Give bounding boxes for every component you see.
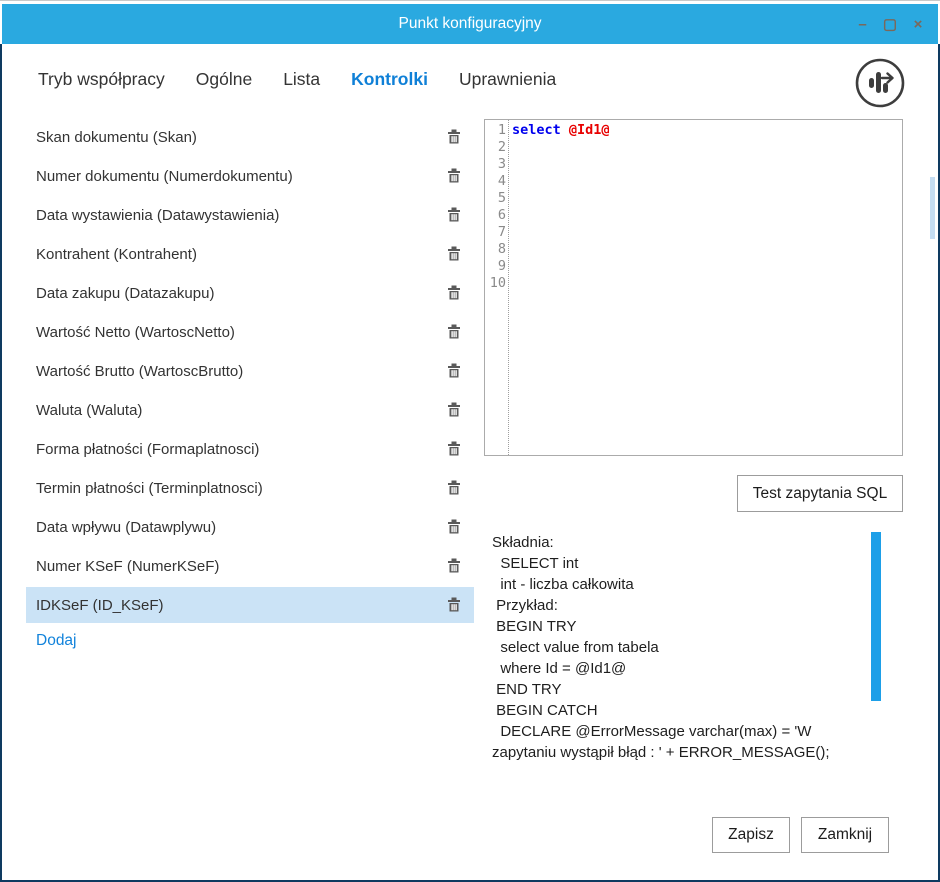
line-number: 4 [497, 173, 506, 189]
trash-icon[interactable] [446, 596, 462, 614]
trash-icon[interactable] [446, 284, 462, 302]
close-icon[interactable]: × [910, 16, 926, 33]
trash-icon[interactable] [446, 206, 462, 224]
sql-editor[interactable]: 1 2 3 4 5 6 7 8 9 10 select @Id1@ [484, 119, 903, 456]
list-item[interactable]: Wartość Brutto (WartoscBrutto) [26, 353, 474, 389]
save-button[interactable]: Zapisz [712, 817, 790, 853]
add-field-link[interactable]: Dodaj [36, 632, 77, 650]
list-item[interactable]: Numer KSeF (NumerKSeF) [26, 548, 474, 584]
trash-icon[interactable] [446, 479, 462, 497]
field-label: Numer KSeF (NumerKSeF) [36, 557, 220, 575]
field-label: Skan dokumentu (Skan) [36, 128, 197, 146]
trash-icon[interactable] [446, 440, 462, 458]
window-title: Punkt konfiguracyjny [398, 15, 542, 32]
minimize-icon[interactable]: – [854, 16, 870, 33]
trash-icon[interactable] [446, 557, 462, 575]
trash-icon[interactable] [446, 518, 462, 536]
field-label: IDKSeF (ID_KSeF) [36, 596, 164, 614]
list-item[interactable]: Data wystawienia (Datawystawienia) [26, 197, 474, 233]
tab-item[interactable]: Kontrolki [351, 69, 428, 90]
field-label: Numer dokumentu (Numerdokumentu) [36, 167, 293, 185]
sql-keyword: select [512, 122, 561, 138]
trash-icon[interactable] [446, 323, 462, 341]
trash-icon[interactable] [446, 167, 462, 185]
list-item[interactable]: Data wpływu (Datawplywu) [26, 509, 474, 545]
field-label: Data zakupu (Datazakupu) [36, 284, 215, 302]
help-scrollbar-thumb[interactable] [871, 532, 881, 701]
list-item[interactable]: Wartość Netto (WartoscNetto) [26, 314, 474, 350]
trash-icon[interactable] [446, 401, 462, 419]
maximize-icon[interactable]: ▢ [882, 15, 898, 33]
field-label: Kontrahent (Kontrahent) [36, 245, 197, 263]
window-scrollbar-artifact [930, 177, 935, 239]
field-label: Data wystawienia (Datawystawienia) [36, 206, 280, 224]
titlebar[interactable]: Punkt konfiguracyjny – ▢ × [2, 4, 938, 44]
list-item[interactable]: Data zakupu (Datazakupu) [26, 275, 474, 311]
dialog-window: Punkt konfiguracyjny – ▢ × Tryb współpra… [0, 0, 940, 882]
tab-item[interactable]: Uprawnienia [459, 69, 556, 90]
dialog-body: Tryb współpracy Ogólne Lista Kontrolki U… [0, 44, 940, 882]
field-label: Wartość Brutto (WartoscBrutto) [36, 362, 244, 380]
tab-item[interactable]: Tryb współpracy [38, 69, 165, 90]
data-export-icon[interactable] [854, 57, 906, 109]
tab-item[interactable]: Ogólne [196, 69, 252, 90]
field-label: Termin płatności (Terminplatnosci) [36, 479, 263, 497]
line-number: 6 [497, 207, 506, 223]
line-number: 1 [497, 122, 506, 138]
tab-bar: Tryb współpracy Ogólne Lista Kontrolki U… [38, 69, 556, 90]
list-item[interactable]: IDKSeF (ID_KSeF) [26, 587, 474, 623]
line-number: 10 [489, 275, 506, 291]
trash-icon[interactable] [446, 245, 462, 263]
sql-syntax-help: Składnia: SELECT int int - liczba całkow… [492, 534, 830, 761]
line-number: 8 [497, 241, 506, 257]
line-number: 9 [497, 258, 506, 274]
field-label: Data wpływu (Datawplywu) [36, 518, 217, 536]
close-button[interactable]: Zamknij [801, 817, 889, 853]
window-controls: – ▢ × [854, 4, 926, 44]
tab-item[interactable]: Lista [283, 69, 320, 90]
sql-parameter: @Id1@ [560, 122, 610, 138]
field-label: Wartość Netto (WartoscNetto) [36, 323, 235, 341]
line-number: 3 [497, 156, 506, 172]
test-sql-button[interactable]: Test zapytania SQL [737, 475, 903, 512]
sql-code-area[interactable]: select @Id1@ [509, 120, 902, 455]
list-item[interactable]: Skan dokumentu (Skan) [26, 119, 474, 155]
field-label: Waluta (Waluta) [36, 401, 143, 419]
line-number: 5 [497, 190, 506, 206]
list-item[interactable]: Waluta (Waluta) [26, 392, 474, 428]
list-item[interactable]: Forma płatności (Formaplatnosci) [26, 431, 474, 467]
line-number: 7 [497, 224, 506, 240]
editor-line-numbers: 1 2 3 4 5 6 7 8 9 10 [485, 120, 509, 455]
trash-icon[interactable] [446, 362, 462, 380]
trash-icon[interactable] [446, 128, 462, 146]
line-number: 2 [497, 139, 506, 155]
field-list: Skan dokumentu (Skan) Numer dokumentu (N… [26, 119, 474, 626]
help-scrollbar[interactable] [871, 532, 881, 788]
list-item[interactable]: Kontrahent (Kontrahent) [26, 236, 474, 272]
list-item[interactable]: Numer dokumentu (Numerdokumentu) [26, 158, 474, 194]
field-label: Forma płatności (Formaplatnosci) [36, 440, 260, 458]
list-item[interactable]: Termin płatności (Terminplatnosci) [26, 470, 474, 506]
